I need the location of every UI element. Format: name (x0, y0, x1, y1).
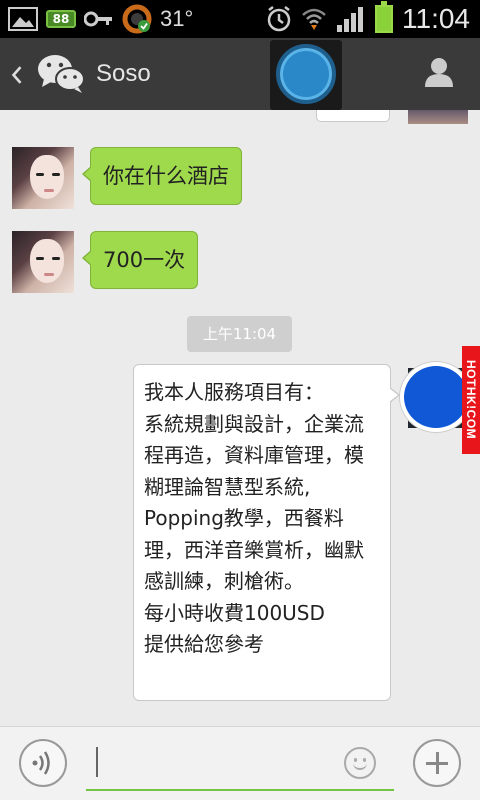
message-bubble: 你在什么酒店 (82, 147, 242, 205)
chat-header: Soso (0, 38, 480, 110)
input-bar (0, 726, 480, 800)
sync-icon (122, 4, 152, 34)
battery-icon (375, 1, 393, 33)
emoji-icon[interactable] (344, 747, 376, 779)
status-time: 11:04 (402, 3, 470, 34)
avatar[interactable] (408, 110, 468, 124)
battery-small-icon: 88 (46, 10, 76, 28)
temperature: 31° (160, 6, 194, 31)
message-bubble: 700一次 (81, 231, 199, 289)
watermark: HOTHK!COM (462, 346, 480, 454)
wifi-icon (302, 8, 326, 30)
back-icon[interactable] (10, 60, 24, 90)
alarm-icon (267, 6, 291, 32)
image-icon (8, 7, 38, 31)
voice-button[interactable] (19, 739, 67, 787)
chat-area[interactable]: 你在什么酒店 700一次 上午11:04 我本人服務項目有： 系統規劃與設計，企… (0, 110, 480, 726)
profile-icon[interactable] (424, 56, 454, 88)
chat-title: Soso (96, 60, 151, 87)
status-bar: 88 31° 11:04 (0, 0, 480, 38)
message-bubble-partial (316, 110, 390, 122)
text-cursor (96, 747, 98, 777)
message-bubble: 我本人服務項目有： 系統規劃與設計，企業流程再造，資料庫管理，模糊理論智慧型系統… (133, 364, 400, 701)
avatar[interactable] (12, 147, 74, 209)
floating-assistant-icon[interactable] (270, 40, 342, 110)
key-icon (84, 11, 112, 27)
avatar[interactable] (12, 231, 74, 293)
wechat-icon[interactable] (36, 52, 86, 94)
voice-icon (32, 751, 50, 775)
message-timestamp: 上午11:04 (187, 316, 292, 352)
plus-icon[interactable] (413, 739, 461, 787)
signal-icon (337, 7, 363, 32)
